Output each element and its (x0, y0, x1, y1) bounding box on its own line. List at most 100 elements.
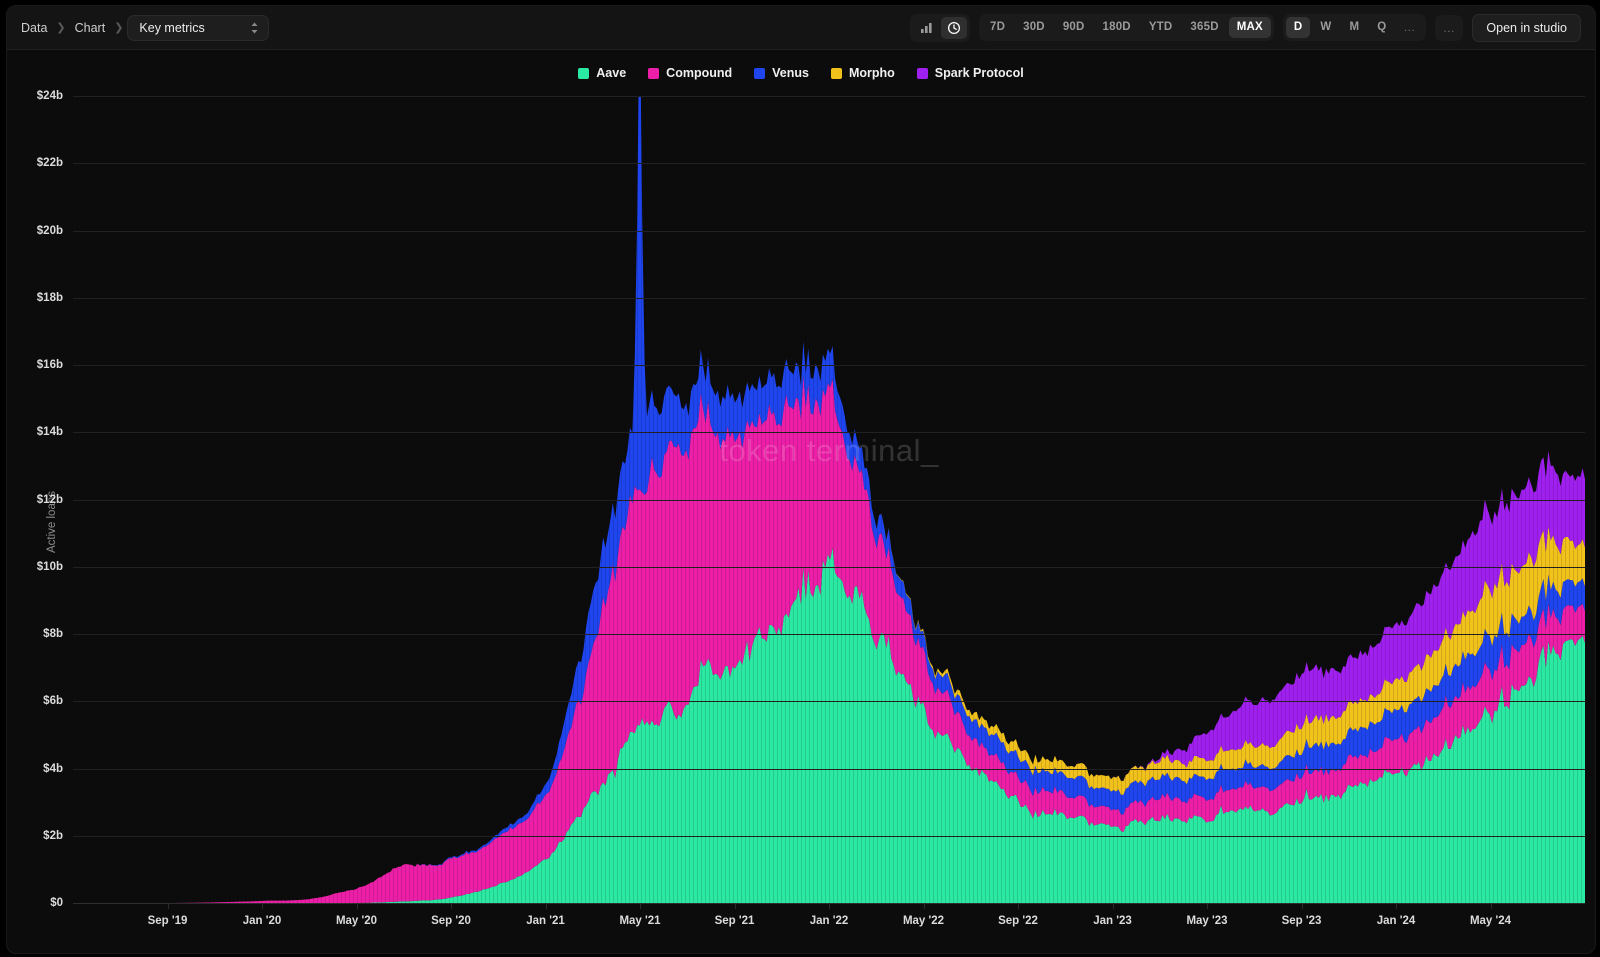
grid-line (73, 432, 1585, 433)
y-axis-tick-label: $22b (37, 157, 63, 169)
legend-label-aave: Aave (596, 66, 626, 80)
x-axis-tick-mark (1207, 903, 1208, 909)
grid-line (73, 500, 1585, 501)
grid-line (73, 163, 1585, 164)
chart-plot[interactable]: token terminal_ $0$2b$4b$6b$8b$10b$12b$1… (73, 96, 1585, 903)
y-axis-tick-label: $8b (43, 628, 63, 640)
grid-line (73, 836, 1585, 837)
key-metrics-select[interactable]: Key metrics (127, 15, 269, 41)
x-axis-tick-label: Jan '24 (1377, 915, 1416, 927)
interval-m[interactable]: M (1341, 17, 1367, 38)
clock-icon[interactable] (941, 17, 967, 39)
grid-line (73, 298, 1585, 299)
y-axis-tick-label: $16b (37, 359, 63, 371)
y-axis-tick-label: $6b (43, 695, 63, 707)
breadcrumb-item-chart[interactable]: Chart (75, 21, 106, 35)
legend-item-morpho[interactable]: Morpho (831, 66, 895, 80)
range-max[interactable]: MAX (1229, 17, 1271, 38)
y-axis-tick-label: $20b (37, 225, 63, 237)
x-axis-tick-mark (735, 903, 736, 909)
chevron-up-down-icon (250, 21, 259, 35)
legend-item-spark-protocol[interactable]: Spark Protocol (917, 66, 1024, 80)
y-axis-tick-label: $18b (37, 292, 63, 304)
x-axis-tick-mark (1396, 903, 1397, 909)
x-axis-tick-mark (451, 903, 452, 909)
interval-w[interactable]: W (1312, 17, 1339, 38)
legend-swatch-aave (578, 68, 589, 79)
interval-group: D W M Q … (1283, 14, 1427, 41)
interval-d[interactable]: D (1286, 17, 1311, 38)
x-axis-tick-label: May '22 (903, 915, 944, 927)
interval-q[interactable]: Q (1369, 17, 1394, 38)
breadcrumb-chevron-icon: ❯ (114, 21, 123, 34)
x-axis-tick-mark (1302, 903, 1303, 909)
x-axis-tick-label: May '20 (336, 915, 377, 927)
chart-app-window: Data ❯ Chart ❯ Key metrics (6, 5, 1596, 954)
breadcrumb-item-data[interactable]: Data (21, 21, 47, 35)
x-axis-tick-mark (168, 903, 169, 909)
x-axis-tick-label: May '23 (1186, 915, 1227, 927)
y-axis-tick-label: $24b (37, 90, 63, 102)
legend-item-aave[interactable]: Aave (578, 66, 626, 80)
x-axis-tick-label: Sep '20 (431, 915, 471, 927)
y-axis-tick-label: $0 (50, 897, 63, 909)
x-axis-tick-mark (640, 903, 641, 909)
x-axis-tick-label: Sep '19 (148, 915, 188, 927)
grid-line (73, 567, 1585, 568)
y-axis-tick-label: $14b (37, 426, 63, 438)
legend-item-compound[interactable]: Compound (648, 66, 732, 80)
view-mode-group (910, 14, 970, 42)
grid-line (73, 769, 1585, 770)
y-axis-tick-label: $4b (43, 763, 63, 775)
x-axis-tick-mark (546, 903, 547, 909)
x-axis-tick-label: Jan '21 (526, 915, 565, 927)
range-365d[interactable]: 365D (1182, 17, 1226, 38)
more-options-button[interactable]: … (1435, 15, 1463, 41)
x-axis-tick-label: Jan '23 (1093, 915, 1132, 927)
open-in-studio-button[interactable]: Open in studio (1472, 14, 1581, 42)
breadcrumb-chevron-icon: ❯ (56, 21, 65, 34)
x-axis-tick-mark (1491, 903, 1492, 909)
x-axis-tick-label: Jan '20 (243, 915, 282, 927)
x-axis-tick-label: Sep '22 (998, 915, 1038, 927)
legend-label-morpho: Morpho (849, 66, 895, 80)
grid-line (73, 701, 1585, 702)
interval-overflow-icon[interactable]: … (1396, 17, 1423, 38)
range-ytd[interactable]: YTD (1141, 17, 1181, 38)
toolbar-controls: 7D 30D 90D 180D YTD 365D MAX D W M Q … …… (910, 14, 1581, 42)
legend-label-venus: Venus (772, 66, 809, 80)
y-axis-tick-label: $2b (43, 830, 63, 842)
date-range-group: 7D 30D 90D 180D YTD 365D MAX (979, 14, 1274, 41)
x-axis-tick-mark (1018, 903, 1019, 909)
top-toolbar: Data ❯ Chart ❯ Key metrics (7, 6, 1595, 50)
legend-swatch-morpho (831, 68, 842, 79)
legend-label-compound: Compound (666, 66, 732, 80)
x-axis-tick-mark (1113, 903, 1114, 909)
legend-swatch-spark-protocol (917, 68, 928, 79)
legend-item-venus[interactable]: Venus (754, 66, 809, 80)
range-90d[interactable]: 90D (1055, 17, 1093, 38)
x-axis-tick-label: Sep '23 (1282, 915, 1322, 927)
range-7d[interactable]: 7D (982, 17, 1013, 38)
x-axis-tick-label: Jan '22 (810, 915, 849, 927)
x-axis-tick-mark (357, 903, 358, 909)
range-30d[interactable]: 30D (1015, 17, 1053, 38)
x-axis-tick-mark (924, 903, 925, 909)
legend-swatch-compound (648, 68, 659, 79)
x-axis-tick-label: May '21 (619, 915, 660, 927)
x-axis-tick-label: May '24 (1470, 915, 1511, 927)
grid-line (73, 365, 1585, 366)
chart-area: Active loans token terminal_ $0$2b$4b$6b… (7, 90, 1595, 953)
x-axis-tick-label: Sep '21 (715, 915, 755, 927)
legend-swatch-venus (754, 68, 765, 79)
y-axis-tick-label: $10b (37, 561, 63, 573)
breadcrumb: Data ❯ Chart ❯ (21, 21, 123, 35)
key-metrics-select-value: Key metrics (139, 21, 204, 35)
y-axis-tick-label: $12b (37, 494, 63, 506)
bar-chart-icon[interactable] (913, 17, 939, 39)
grid-line (73, 634, 1585, 635)
x-axis-tick-mark (829, 903, 830, 909)
range-180d[interactable]: 180D (1095, 17, 1139, 38)
chart-legend: Aave Compound Venus Morpho Spark Protoco… (7, 58, 1595, 88)
legend-label-spark-protocol: Spark Protocol (935, 66, 1024, 80)
